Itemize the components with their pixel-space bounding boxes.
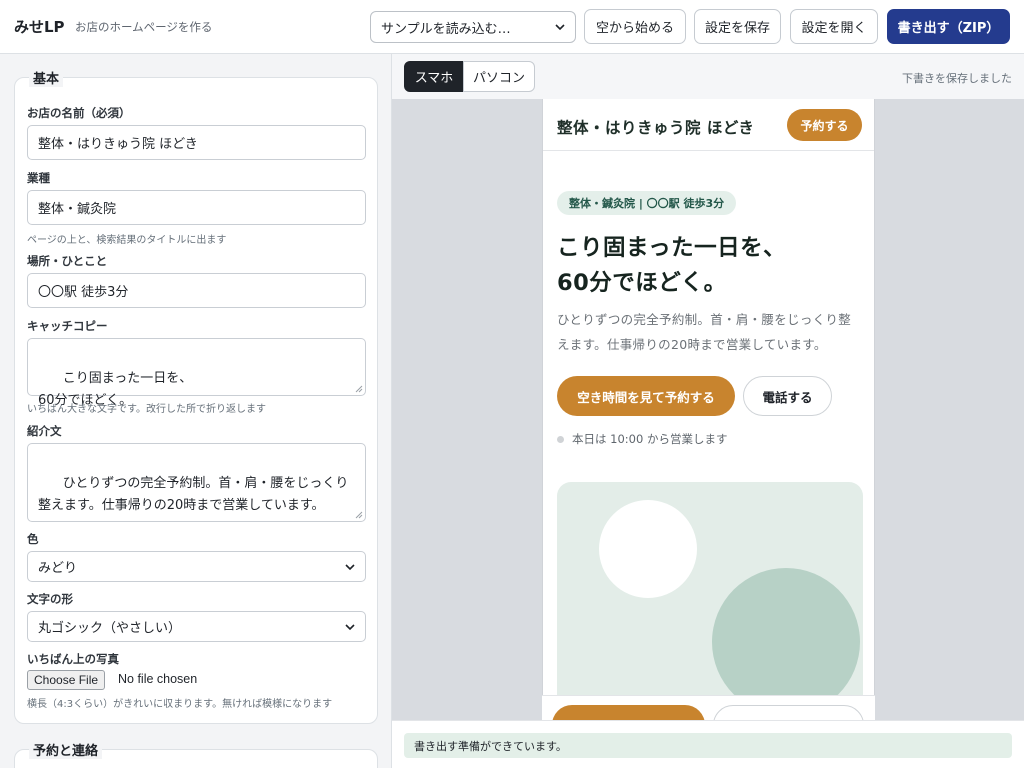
industry-input[interactable]: 整体・鍼灸院 — [27, 190, 366, 225]
app-brand: みせLP — [14, 18, 65, 36]
photo-label: いちばん上の写真 — [27, 652, 119, 666]
save-status: 下書きを保存しました — [902, 72, 1012, 85]
location-label: 場所・ひとこと — [27, 254, 108, 268]
tab-mobile[interactable]: スマホ — [404, 61, 464, 92]
catch-copy-hint: いちばん大きな文字です。改行した所で折り返します — [27, 404, 266, 415]
photo-hint: 横長（4:3くらい）がきれいに収まります。無ければ模様になります — [27, 699, 333, 710]
resize-handle-icon[interactable] — [355, 511, 363, 519]
status-message: 書き出す準備ができています。 — [404, 733, 1012, 758]
site-call-button[interactable]: 電話する — [743, 376, 832, 416]
chevron-down-icon — [555, 24, 565, 31]
resize-handle-icon[interactable] — [355, 385, 363, 393]
basic-section: 基本 お店の名前（必須） 整体・はりきゅう院 ほどき 業種 整体・鍼灸院 ページ… — [14, 68, 378, 724]
site-badge: 整体・鍼灸院 | 〇〇駅 徒歩3分 — [557, 191, 737, 215]
industry-hint: ページの上と、検索結果のタイトルに出ます — [27, 235, 227, 246]
site-title: 整体・はりきゅう院 ほどき — [557, 119, 755, 137]
export-zip-button[interactable]: 書き出す（ZIP） — [887, 9, 1010, 44]
contact-section: 予約と連絡 — [14, 740, 378, 768]
site-reserve-button[interactable]: 予約する — [787, 109, 862, 141]
site-header: 整体・はりきゅう院 ほどき 予約する — [543, 99, 874, 151]
contact-section-legend: 予約と連絡 — [29, 740, 103, 759]
hero-circle-green — [712, 568, 860, 716]
sample-select-value: サンプルを読み込む… — [381, 21, 511, 37]
color-label: 色 — [27, 532, 39, 546]
site-cta-reserve-button[interactable]: 空き時間を見て予約する — [557, 376, 735, 416]
color-select[interactable]: みどり — [27, 551, 366, 582]
top-bar: みせLP お店のホームページを作る サンプルを読み込む… 空から始める 設定を保… — [0, 0, 1024, 54]
site-sticky-bar — [542, 695, 875, 720]
site-hours-text: 本日は 10:00 から営業します — [572, 432, 728, 446]
editor-pane: 基本 お店の名前（必須） 整体・はりきゅう院 ほどき 業種 整体・鍼灸院 ページ… — [0, 54, 392, 768]
start-blank-button[interactable]: 空から始める — [584, 9, 686, 44]
location-input[interactable]: 〇〇駅 徒歩3分 — [27, 273, 366, 308]
intro-textarea[interactable]: ひとりずつの完全予約制。首・肩・腰をじっくり整えます。仕事帰りの20時まで営業し… — [27, 443, 366, 522]
font-label: 文字の形 — [27, 592, 73, 606]
tab-desktop[interactable]: パソコン — [463, 61, 535, 92]
site-hero-pattern — [557, 482, 863, 720]
app-tagline: お店のホームページを作る — [75, 20, 213, 34]
sample-select[interactable]: サンプルを読み込む… — [370, 11, 576, 43]
hero-circle-white — [599, 500, 697, 598]
mobile-preview-frame: 整体・はりきゅう院 ほどき 予約する 整体・鍼灸院 | 〇〇駅 徒歩3分 こり固… — [542, 99, 875, 720]
basic-section-legend: 基本 — [29, 68, 64, 87]
shop-name-label: お店の名前（必須） — [27, 106, 131, 120]
shop-name-input[interactable]: 整体・はりきゅう院 ほどき — [27, 125, 366, 160]
save-settings-button[interactable]: 設定を保存 — [694, 9, 781, 44]
intro-value: ひとりずつの完全予約制。首・肩・腰をじっくり整えます。仕事帰りの20時まで営業し… — [38, 476, 349, 513]
catch-copy-textarea[interactable]: こり固まった一日を、 60分でほどく。 — [27, 338, 366, 408]
site-hours: 本日は 10:00 から営業します — [557, 431, 727, 447]
preview-pane: スマホ パソコン 下書きを保存しました 整体・はりきゅう院 ほどき 予約する 整… — [392, 54, 1024, 768]
open-settings-button[interactable]: 設定を開く — [790, 9, 878, 44]
site-description: ひとりずつの完全予約制。首・肩・腰をじっくり整えます。仕事帰りの20時まで営業し… — [557, 312, 852, 352]
status-bar: 書き出す準備ができています。 — [392, 720, 1024, 768]
site-headline: こり固まった一日を、 60分でほどく。 — [557, 235, 787, 296]
font-select[interactable]: 丸ゴシック（やさしい） — [27, 611, 366, 642]
industry-label: 業種 — [27, 171, 50, 185]
sticky-reserve-button[interactable] — [552, 705, 705, 720]
intro-label: 紹介文 — [27, 424, 62, 438]
color-select-value: みどり — [38, 561, 78, 576]
choose-file-button[interactable]: Choose File — [27, 670, 106, 690]
catch-copy-label: キャッチコピー — [27, 319, 108, 333]
status-dot-icon — [557, 435, 564, 443]
chevron-down-icon — [345, 563, 355, 570]
chevron-down-icon — [345, 623, 355, 630]
file-status: No file chosen — [118, 672, 198, 686]
font-select-value: 丸ゴシック（やさしい） — [38, 621, 182, 636]
device-toolbar: スマホ パソコン 下書きを保存しました — [392, 54, 1024, 99]
sticky-call-button[interactable] — [713, 705, 864, 720]
